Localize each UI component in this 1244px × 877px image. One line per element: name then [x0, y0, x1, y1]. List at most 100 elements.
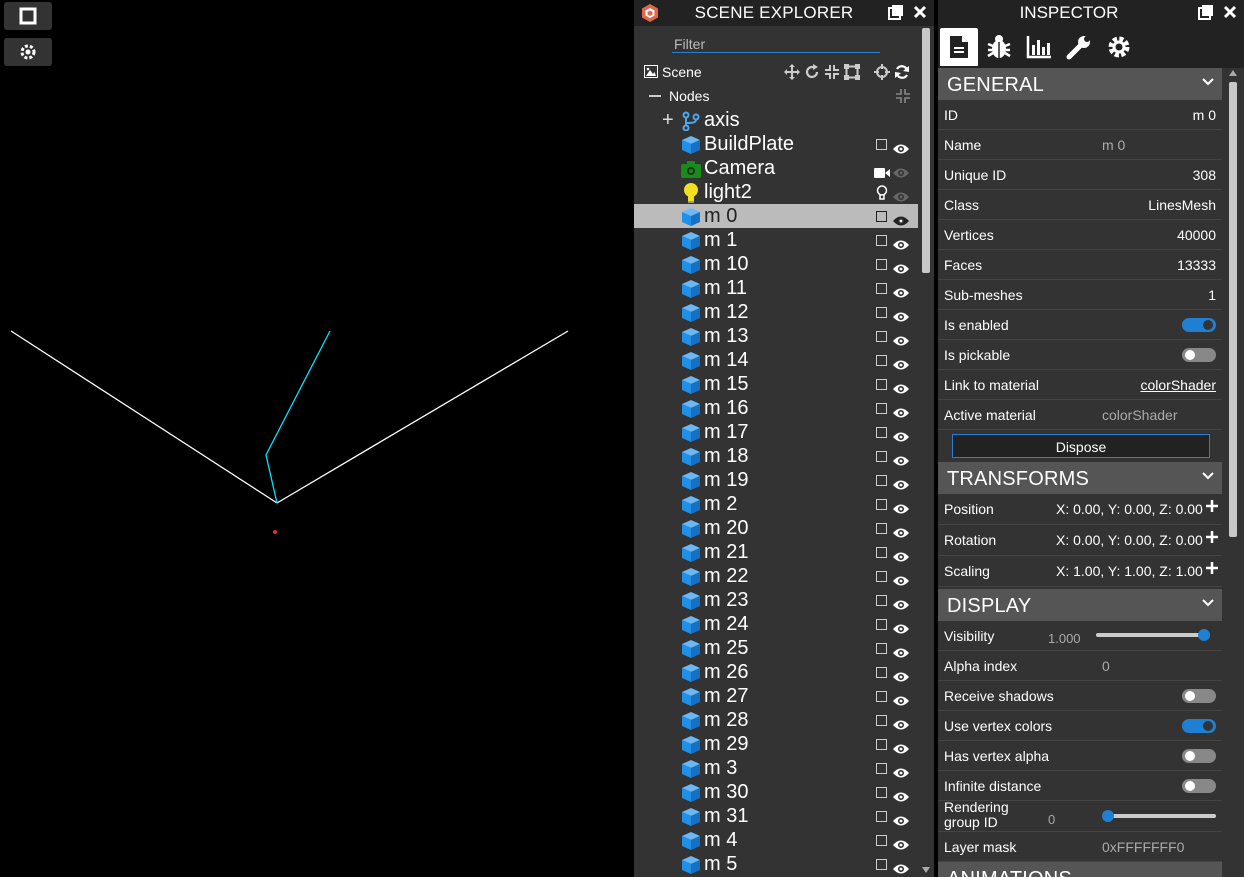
tree-item[interactable]: m 4 [634, 828, 918, 852]
is-pickable-toggle[interactable] [1182, 348, 1216, 362]
bounding-box-toggle-icon[interactable] [876, 715, 887, 726]
tree-item[interactable]: m 24 [634, 612, 918, 636]
tree-item[interactable]: m 18 [634, 444, 918, 468]
tree-item[interactable]: m 20 [634, 516, 918, 540]
tree-item[interactable]: m 10 [634, 252, 918, 276]
bounding-box-toggle-icon[interactable] [876, 595, 887, 606]
rotate-gizmo-icon[interactable] [804, 64, 820, 80]
tree-item[interactable]: m 28 [634, 708, 918, 732]
expand-plus-icon[interactable] [1206, 562, 1218, 574]
popout-icon[interactable] [888, 4, 904, 20]
tab-tools[interactable] [1060, 28, 1098, 66]
inspector-scrollbar[interactable] [1226, 68, 1240, 877]
tree-item[interactable]: m 29 [634, 732, 918, 756]
tab-statistics[interactable] [1020, 28, 1058, 66]
tree-item[interactable]: m 26 [634, 660, 918, 684]
scene-explorer-scrollbar[interactable] [918, 26, 934, 877]
expand-plus-icon[interactable] [1206, 531, 1218, 543]
bounding-box-toggle-icon[interactable] [876, 259, 887, 270]
tree-item[interactable]: m 21 [634, 540, 918, 564]
tree-item[interactable]: m 22 [634, 564, 918, 588]
tree-item[interactable]: m 14 [634, 348, 918, 372]
tree-item[interactable]: m 19 [634, 468, 918, 492]
close-icon[interactable] [1222, 4, 1238, 20]
section-general-header[interactable]: GENERAL [938, 68, 1222, 100]
bounding-box-toggle-icon[interactable] [876, 451, 887, 462]
bounding-box-toggle-icon[interactable] [876, 235, 887, 246]
bounding-box-toggle-icon[interactable] [876, 427, 887, 438]
vertex-alpha-toggle[interactable] [1182, 749, 1216, 763]
tree-item[interactable]: BuildPlate [634, 132, 918, 156]
popout-icon[interactable] [1198, 4, 1214, 20]
scroll-up-arrow-icon[interactable] [1229, 70, 1237, 76]
rendering-group-slider[interactable] [1102, 814, 1216, 818]
tab-settings[interactable] [1100, 28, 1138, 66]
bounding-box-toggle-icon[interactable] [876, 379, 887, 390]
vertex-colors-toggle[interactable] [1182, 719, 1216, 733]
alpha-index-input[interactable]: 0 [1102, 658, 1110, 674]
bounding-box-toggle-icon[interactable] [876, 283, 887, 294]
bounding-box-toggle-icon[interactable] [876, 619, 887, 630]
rendering-group-slider-knob[interactable] [1102, 810, 1114, 822]
bounding-box-toggle-icon[interactable] [876, 739, 887, 750]
bounding-box-toggle-icon[interactable] [876, 355, 887, 366]
bounding-box-toggle-icon[interactable] [876, 139, 887, 150]
tree-item[interactable]: m 3 [634, 756, 918, 780]
scale-gizmo-icon[interactable] [824, 64, 840, 80]
tree-item[interactable]: m 31 [634, 804, 918, 828]
move-gizmo-icon[interactable] [784, 64, 800, 80]
filter-input[interactable] [672, 36, 880, 53]
tree-item[interactable]: m 2 [634, 492, 918, 516]
section-animations-header[interactable]: ANIMATIONS [938, 862, 1222, 877]
eye-icon[interactable] [892, 858, 910, 877]
tree-item[interactable]: light2 [634, 180, 918, 204]
dispose-button[interactable]: Dispose [952, 434, 1210, 458]
tree-item[interactable]: m 30 [634, 780, 918, 804]
scrollbar-thumb[interactable] [1229, 82, 1237, 537]
tree-item[interactable]: m 15 [634, 372, 918, 396]
bounding-box-toggle-icon[interactable] [876, 763, 887, 774]
bounding-box-toggle-icon[interactable] [876, 499, 887, 510]
receive-shadows-toggle[interactable] [1182, 689, 1216, 703]
tree-item[interactable]: m 5 [634, 852, 918, 876]
bounding-box-toggle-icon[interactable] [876, 691, 887, 702]
bounding-box-toggle-icon[interactable] [876, 643, 887, 654]
expand-plus-icon[interactable]: + [662, 110, 674, 130]
tab-debug[interactable] [980, 28, 1018, 66]
material-link[interactable]: colorShader [1141, 377, 1217, 393]
tree-item[interactable]: + axis [634, 108, 918, 132]
tab-properties[interactable] [940, 28, 978, 66]
bounding-box-toggle-icon[interactable] [876, 307, 887, 318]
bounding-box-toggle-icon[interactable] [876, 811, 887, 822]
active-material-select[interactable]: colorShader [1102, 407, 1178, 423]
bounding-box-toggle-icon[interactable] [876, 835, 887, 846]
refresh-icon[interactable] [894, 64, 910, 80]
section-transforms-header[interactable]: TRANSFORMS [938, 462, 1222, 494]
tree-item[interactable]: m 16 [634, 396, 918, 420]
crosshair-icon[interactable] [874, 64, 890, 80]
prop-name[interactable]: Name m 0 [938, 130, 1222, 160]
bounding-box-toggle-icon[interactable] [876, 523, 887, 534]
render-viewport[interactable] [0, 0, 634, 877]
bounding-box-toggle-icon[interactable] [876, 787, 887, 798]
bounding-box-toggle-icon[interactable] [876, 331, 887, 342]
tree-item[interactable]: m 0 [634, 204, 918, 228]
tree-item[interactable]: Camera [634, 156, 918, 180]
tree-item[interactable]: m 11 [634, 276, 918, 300]
tree-item[interactable]: m 23 [634, 588, 918, 612]
tree-item[interactable]: m 17 [634, 420, 918, 444]
bounding-box-toggle-icon[interactable] [876, 571, 887, 582]
scroll-down-arrow-icon[interactable] [922, 867, 930, 873]
tree-item[interactable]: m 25 [634, 636, 918, 660]
tree-item[interactable]: m 12 [634, 300, 918, 324]
collapse-minus-icon[interactable] [649, 95, 661, 98]
scrollbar-thumb[interactable] [922, 28, 930, 273]
expand-plus-icon[interactable] [1206, 500, 1218, 512]
visibility-slider[interactable] [1096, 633, 1210, 637]
tree-item[interactable]: m 1 [634, 228, 918, 252]
scene-root-row[interactable]: Scene [634, 60, 918, 84]
bounding-box-toggle-icon[interactable] [876, 475, 887, 486]
bounding-box-icon[interactable] [844, 64, 860, 80]
tree-item[interactable]: m 27 [634, 684, 918, 708]
layer-mask-input[interactable]: 0xFFFFFFF0 [1102, 839, 1184, 855]
